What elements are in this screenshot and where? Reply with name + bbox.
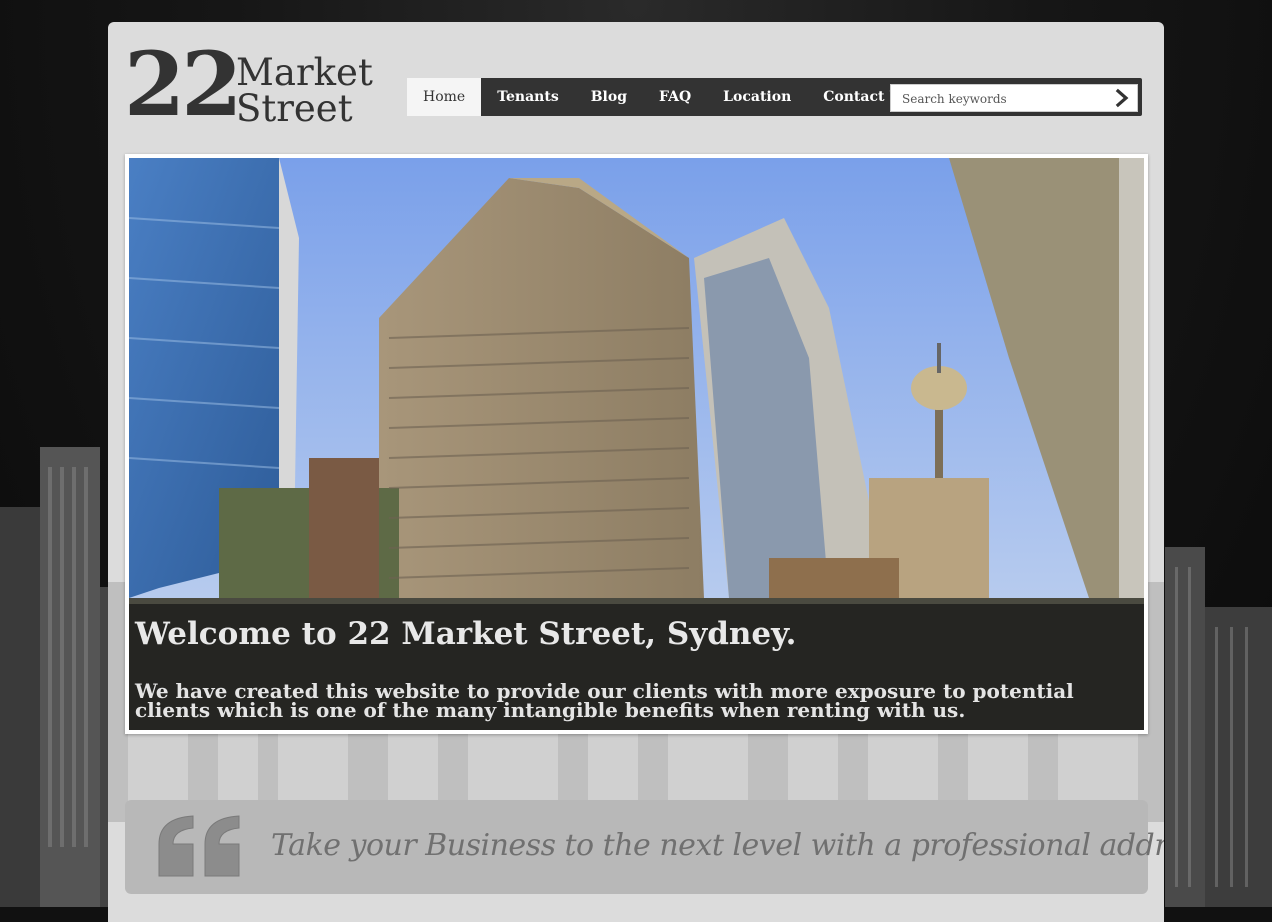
chevron-right-icon [1115,88,1129,108]
nav-item-tenants[interactable]: Tenants [481,78,575,116]
logo-number: 22 [124,32,242,136]
search-input[interactable] [900,86,1114,112]
hero-description: We have created this website to provide … [135,679,1074,722]
nav-item-location[interactable]: Location [707,78,807,116]
logo-word-street: Street [236,87,353,130]
quote-banner: Take your Business to the next level wit… [125,800,1164,894]
nav-item-faq[interactable]: FAQ [643,78,707,116]
hero-caption: Welcome to 22 Market Street, Sydney. We … [129,604,1144,730]
nav-item-blog[interactable]: Blog [575,78,643,116]
search-submit-button[interactable] [1113,88,1131,108]
hero-slider[interactable]: Welcome to 22 Market Street, Sydney. We … [125,154,1148,734]
site-logo[interactable]: 22 Market Street [124,40,384,134]
logo-word-market: Market [236,51,373,94]
quote-text: Take your Business to the next level wit… [271,828,1164,863]
search-box [890,84,1138,112]
hero-title: Welcome to 22 Market Street, Sydney. [135,616,797,652]
page-container: 22 Market Street Home Tenants Blog FAQ L… [108,22,1164,922]
quote-mark-icon [158,815,240,877]
main-navigation: Home Tenants Blog FAQ Location Contact U… [407,78,1142,116]
nav-item-home[interactable]: Home [407,78,482,116]
